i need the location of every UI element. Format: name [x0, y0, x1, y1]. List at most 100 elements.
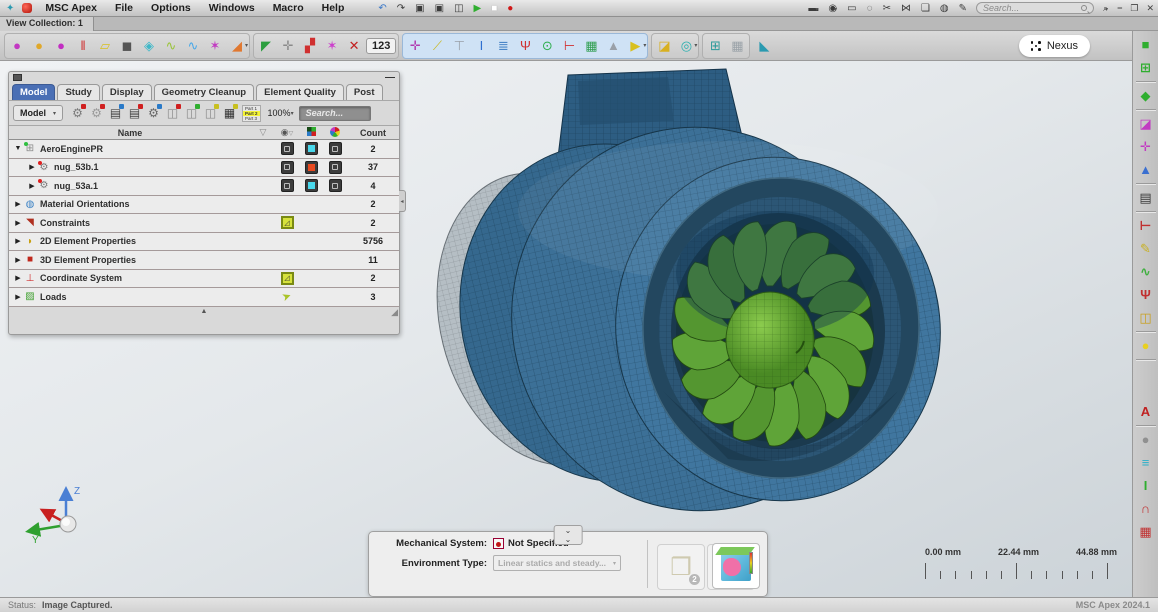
tree-row-loads[interactable]: ▶▨Loads➤3 [9, 288, 399, 307]
part-show-icon[interactable]: ◫ [182, 104, 201, 122]
tree-zoom-select[interactable]: 100%▾ [268, 108, 294, 118]
tree-row-nug-53a-1[interactable]: ▶⚙nug_53a.14 [9, 177, 399, 196]
menu-item-help[interactable]: Help [313, 2, 354, 14]
measure-box-icon[interactable]: ◫ [1135, 306, 1157, 329]
restore-button[interactable]: ❐ [1126, 3, 1142, 14]
triad-arrows-icon[interactable]: ▲ [1135, 158, 1157, 181]
layer-stack-icon[interactable]: ◆ [1135, 84, 1157, 107]
align-icon[interactable]: ⋈ [896, 3, 916, 14]
color-swatch[interactable] [305, 142, 318, 155]
menu-item-macro[interactable]: Macro [264, 2, 313, 14]
axis-target-icon[interactable]: ⊢ [1135, 214, 1157, 237]
part-list-preview[interactable]: Part 1Part 2Part 3 [242, 105, 261, 122]
tree-row-3d-element-properties[interactable]: ▶■3D Element Properties11 [9, 251, 399, 270]
tab-display[interactable]: Display [102, 84, 152, 100]
display-icon[interactable]: ▭ [842, 3, 861, 14]
color-column-icon[interactable] [323, 127, 347, 139]
expand-arrow[interactable]: ▶ [13, 219, 23, 227]
tree-row-2d-element-properties[interactable]: ▶◗2D Element Properties5756 [9, 233, 399, 252]
search-filter-icon[interactable]: ⌕▾ [1098, 3, 1113, 14]
tree-row-constraints[interactable]: ▶◥Constraints◿2 [9, 214, 399, 233]
render-sphere-icon[interactable]: ● [1135, 428, 1157, 451]
checker-icon[interactable]: ▞ [299, 35, 321, 57]
render-toggle[interactable] [329, 179, 342, 192]
redo-icon[interactable]: ↷ [392, 3, 410, 14]
menu-item-windows[interactable]: Windows [200, 2, 264, 14]
visibility-toggle[interactable] [281, 142, 294, 155]
render-toggle[interactable] [329, 161, 342, 174]
numbering-123-button[interactable]: 123 [366, 38, 396, 54]
load-display-icon[interactable]: ➤ [280, 289, 293, 304]
eraser-icon[interactable]: ◪ [653, 35, 675, 57]
undo-icon[interactable]: ↶ [373, 3, 391, 14]
panel-title-bar[interactable]: — [9, 72, 399, 83]
beam-section-icon[interactable]: I [1135, 474, 1157, 497]
minimize-button[interactable]: − [1113, 3, 1126, 13]
magnifier-icon[interactable]: ◌ [862, 3, 878, 14]
triad-red-icon[interactable]: Ψ [514, 35, 536, 57]
view-collection-tab[interactable]: View Collection: 1 [0, 17, 94, 31]
expand-arrow[interactable]: ▶ [13, 256, 23, 264]
view-cube-icon[interactable]: ■ [1135, 33, 1157, 56]
clip-plane-icon[interactable]: ◪ [1135, 112, 1157, 135]
annotation-icon[interactable]: A [1135, 400, 1157, 423]
visibility-column-icon[interactable]: ◉▽ [275, 127, 299, 138]
screenshot-camera-icon[interactable]: ◉▾ [823, 3, 842, 14]
channel-section-icon[interactable]: ≣ [492, 35, 514, 57]
signal-wave-icon[interactable]: ∿ [1135, 260, 1157, 283]
panel-minimize-button[interactable]: — [385, 76, 395, 80]
gear-view-icon[interactable]: ⚙ [144, 104, 163, 122]
cone-gray-icon[interactable]: ▲ [602, 35, 624, 57]
export-icon[interactable]: ▣ [430, 3, 449, 14]
study-book-button[interactable]: ❒ 2 [657, 544, 705, 590]
count-column-header[interactable]: Count [347, 128, 399, 138]
flag-axis-icon[interactable]: ⊢ [558, 35, 580, 57]
tile-grid-icon[interactable]: ⊞ [704, 35, 726, 57]
table-highlight-icon[interactable]: ▦ [220, 104, 239, 122]
tab-geometry-cleanup[interactable]: Geometry Cleanup [154, 84, 254, 100]
close-button[interactable]: ✕ [1142, 3, 1158, 14]
scissors-icon[interactable]: ✂ [878, 3, 896, 14]
polyline-icon[interactable]: ∿ [160, 35, 182, 57]
part-isolate-icon[interactable]: ◫ [201, 104, 220, 122]
table-view-icon[interactable]: ▤ [106, 104, 125, 122]
brush-icon[interactable]: ✎ [954, 3, 972, 14]
spreadsheet-icon[interactable]: ▤ [1135, 186, 1157, 209]
table-remove-icon[interactable]: ▤ [125, 104, 144, 122]
app-menu[interactable]: MSC Apex [36, 2, 106, 14]
cube-gray-icon[interactable]: ▦ [726, 35, 748, 57]
panel-collapse-chevron[interactable]: ⌄⌄ [554, 525, 583, 545]
sphere-gold-icon[interactable]: ● [28, 35, 50, 57]
global-search-input[interactable]: Search... [976, 2, 1094, 14]
hide-parts-icon[interactable]: ⚙ [87, 104, 106, 122]
tree-row-material-orientations[interactable]: ▶◍Material Orientations2 [9, 196, 399, 215]
color-swatch[interactable] [305, 179, 318, 192]
panel-resize-grip[interactable]: ◢ [391, 307, 398, 318]
mesh-verts-icon[interactable]: ✛ [404, 35, 426, 57]
sketch-plane-icon[interactable]: ✎ [1135, 237, 1157, 260]
nexus-button[interactable]: Nexus [1019, 35, 1090, 57]
ibeam-icon[interactable]: I [470, 35, 492, 57]
screw-icon[interactable]: ⟋ [426, 35, 448, 57]
menu-item-file[interactable]: File [106, 2, 142, 14]
color-swatch[interactable] [305, 161, 318, 174]
constraint-display-icon[interactable]: ◿ [281, 272, 294, 285]
lightbulb-icon[interactable]: ● [1135, 334, 1157, 357]
expand-arrow[interactable]: ▶ [13, 200, 23, 208]
globe-icon[interactable]: ◍ [935, 3, 954, 14]
orientation-triad-icon[interactable]: Ψ [1135, 283, 1157, 306]
visibility-toggle[interactable] [281, 161, 294, 174]
render-toggle[interactable] [329, 142, 342, 155]
show-part-icon[interactable]: ● [6, 35, 28, 57]
vertex-cluster-icon[interactable]: ✛ [1135, 135, 1157, 158]
polyline-blue-icon[interactable]: ∿ [182, 35, 204, 57]
render-mode-column-icon[interactable] [299, 127, 323, 138]
tree-collapse-button[interactable]: ▲ [201, 308, 208, 315]
tree-row-coordinate-system[interactable]: ▶⊥Coordinate System◿2 [9, 270, 399, 289]
results-viewer-button[interactable] [712, 543, 760, 589]
delete-red-icon[interactable]: ✕ [343, 35, 365, 57]
visibility-toggle[interactable] [281, 179, 294, 192]
play-macro-icon[interactable]: ▶ [469, 3, 487, 14]
import-icon[interactable]: ▣ [410, 3, 429, 14]
tree-search-input[interactable]: Search... [299, 106, 371, 121]
